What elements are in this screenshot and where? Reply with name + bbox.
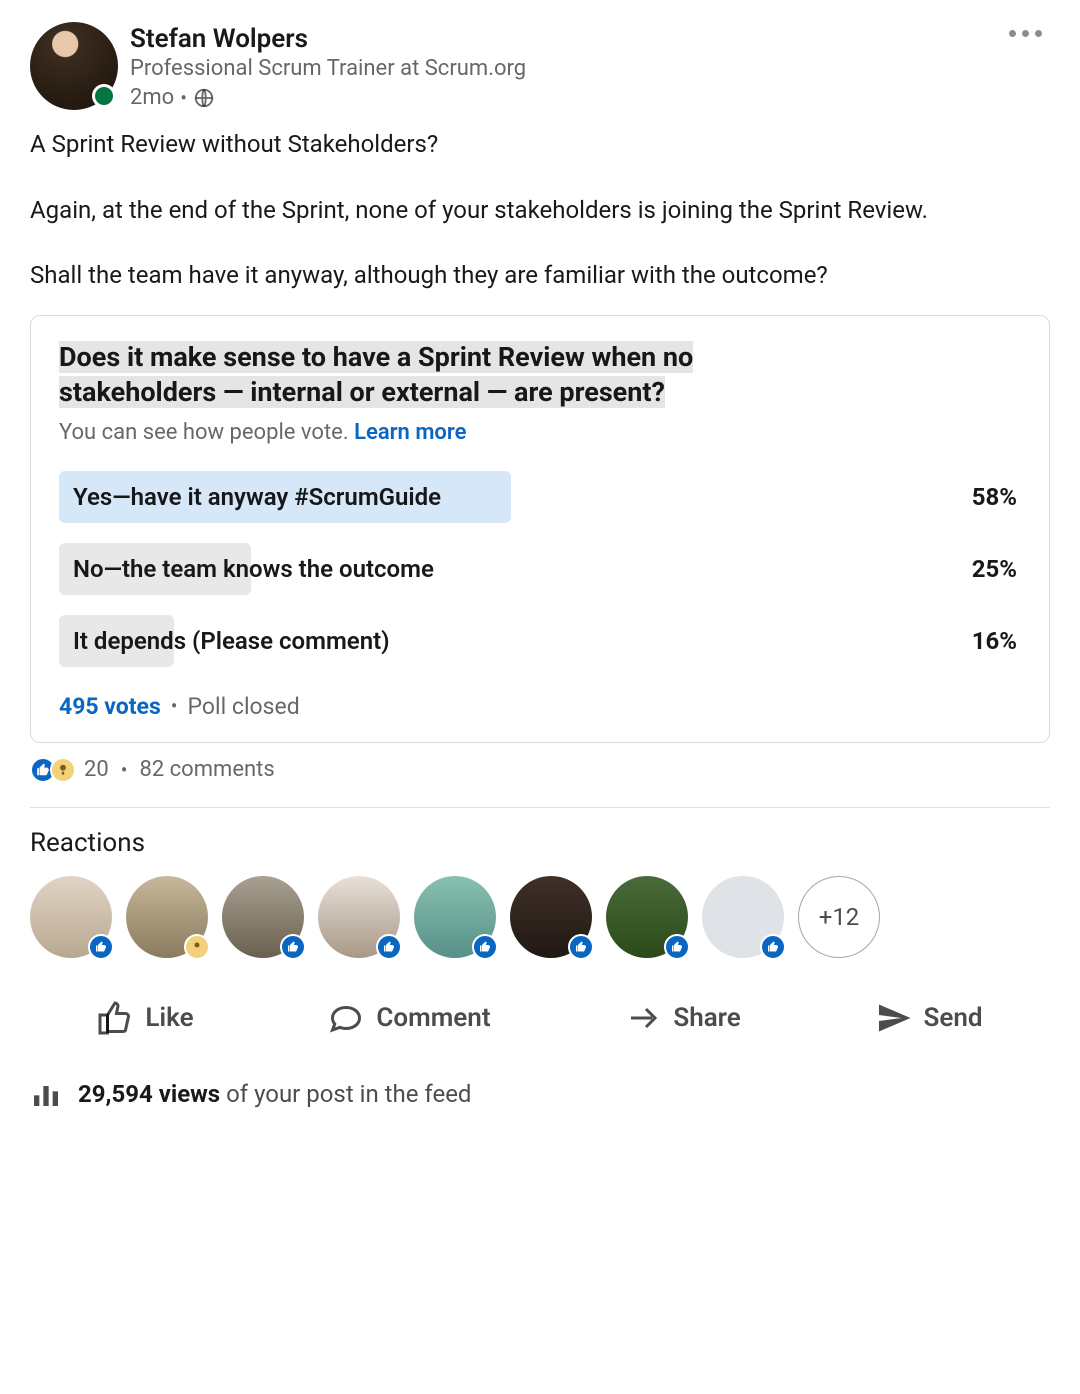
share-icon xyxy=(625,1000,661,1036)
poll-vote-visibility: You can see how people vote. xyxy=(59,420,354,445)
post-paragraph: A Sprint Review without Stakeholders? xyxy=(30,128,1050,162)
post-body: A Sprint Review without Stakeholders? Ag… xyxy=(30,128,1050,293)
comment-label: Comment xyxy=(376,1003,490,1033)
poll-learn-more-link[interactable]: Learn more xyxy=(354,420,466,445)
post-meta: 2mo • xyxy=(130,85,1050,110)
like-icon xyxy=(472,934,498,960)
poll-option-percent: 58% xyxy=(972,483,1021,511)
like-label: Like xyxy=(145,1003,193,1033)
reactor-avatar[interactable] xyxy=(126,876,208,958)
post-header: Stefan Wolpers Professional Scrum Traine… xyxy=(30,22,1050,110)
social-counts: 20 • 82 comments xyxy=(30,757,1050,783)
reactor-avatar[interactable] xyxy=(414,876,496,958)
dot-icon xyxy=(1009,30,1016,37)
bar-chart-icon xyxy=(30,1078,62,1110)
reaction-count[interactable]: 20 xyxy=(84,757,109,782)
poll-option-label: No—the team knows the outcome xyxy=(59,555,972,583)
poll-question-line: Does it make sense to have a Sprint Revi… xyxy=(59,341,693,373)
like-icon xyxy=(376,934,402,960)
like-button[interactable]: Like xyxy=(83,992,207,1044)
like-icon xyxy=(664,934,690,960)
analytics-text: 29,594 views of your post in the feed xyxy=(78,1080,471,1108)
dot-icon xyxy=(1035,30,1042,37)
poll-option-label: Yes—have it anyway #ScrumGuide xyxy=(59,483,972,511)
reactor-avatar[interactable] xyxy=(510,876,592,958)
send-icon xyxy=(876,1000,912,1036)
reactor-avatar[interactable] xyxy=(702,876,784,958)
insightful-icon xyxy=(184,934,210,960)
poll-option[interactable]: Yes—have it anyway #ScrumGuide 58% xyxy=(59,471,1021,523)
author-headline: Professional Scrum Trainer at Scrum.org xyxy=(130,56,1050,81)
reactions-heading: Reactions xyxy=(30,828,1050,858)
globe-icon xyxy=(193,87,215,109)
view-count: 29,594 views xyxy=(78,1080,220,1108)
dot-separator: • xyxy=(121,758,128,782)
like-icon xyxy=(568,934,594,960)
reactor-avatar[interactable] xyxy=(318,876,400,958)
post-menu-button[interactable] xyxy=(1001,22,1050,45)
send-button[interactable]: Send xyxy=(862,992,997,1044)
reactor-list: +12 xyxy=(30,876,1050,958)
poll-option[interactable]: It depends (Please comment) 16% xyxy=(59,615,1021,667)
post-analytics[interactable]: 29,594 views of your post in the feed xyxy=(30,1078,1050,1110)
view-suffix: of your post in the feed xyxy=(220,1080,471,1108)
reaction-icons[interactable] xyxy=(30,757,76,783)
dot-separator: • xyxy=(180,86,187,110)
poll-footer: 495 votes • Poll closed xyxy=(59,693,1021,720)
poll-option-label: It depends (Please comment) xyxy=(59,627,972,655)
comment-icon xyxy=(328,1000,364,1036)
poll-options: Yes—have it anyway #ScrumGuide 58% No—th… xyxy=(59,471,1021,667)
reactor-avatar[interactable] xyxy=(30,876,112,958)
post-actions: Like Comment Share Send xyxy=(30,992,1050,1044)
poll-subtext: You can see how people vote. Learn more xyxy=(59,420,1021,445)
poll-status: Poll closed xyxy=(188,693,300,720)
reactor-avatar[interactable] xyxy=(606,876,688,958)
share-label: Share xyxy=(673,1003,740,1033)
poll-option-percent: 25% xyxy=(972,555,1021,583)
poll-vote-count[interactable]: 495 votes xyxy=(59,693,161,720)
poll-option-percent: 16% xyxy=(972,627,1021,655)
divider xyxy=(30,807,1050,808)
share-button[interactable]: Share xyxy=(611,992,754,1044)
send-label: Send xyxy=(924,1003,983,1033)
dot-icon xyxy=(1022,30,1029,37)
like-icon xyxy=(88,934,114,960)
post-time: 2mo xyxy=(130,85,174,110)
dot-separator: • xyxy=(171,694,178,718)
insightful-icon xyxy=(50,757,76,783)
post-card: Stefan Wolpers Professional Scrum Traine… xyxy=(0,0,1080,1140)
poll-card: Does it make sense to have a Sprint Revi… xyxy=(30,315,1050,743)
poll-question-line: stakeholders — internal or external — ar… xyxy=(59,376,665,408)
poll-question: Does it make sense to have a Sprint Revi… xyxy=(59,340,1021,410)
comment-button[interactable]: Comment xyxy=(314,992,504,1044)
reactor-avatar[interactable] xyxy=(222,876,304,958)
reactor-more-button[interactable]: +12 xyxy=(798,876,880,958)
thumbs-up-icon xyxy=(97,1000,133,1036)
poll-option[interactable]: No—the team knows the outcome 25% xyxy=(59,543,1021,595)
comment-count[interactable]: 82 comments xyxy=(139,757,274,782)
presence-indicator-icon xyxy=(92,84,116,108)
post-paragraph: Shall the team have it anyway, although … xyxy=(30,259,1050,293)
author-avatar[interactable] xyxy=(30,22,118,110)
author-name[interactable]: Stefan Wolpers xyxy=(130,24,1050,54)
like-icon xyxy=(760,934,786,960)
like-icon xyxy=(280,934,306,960)
post-paragraph: Again, at the end of the Sprint, none of… xyxy=(30,194,1050,228)
author-info: Stefan Wolpers Professional Scrum Traine… xyxy=(130,22,1050,110)
